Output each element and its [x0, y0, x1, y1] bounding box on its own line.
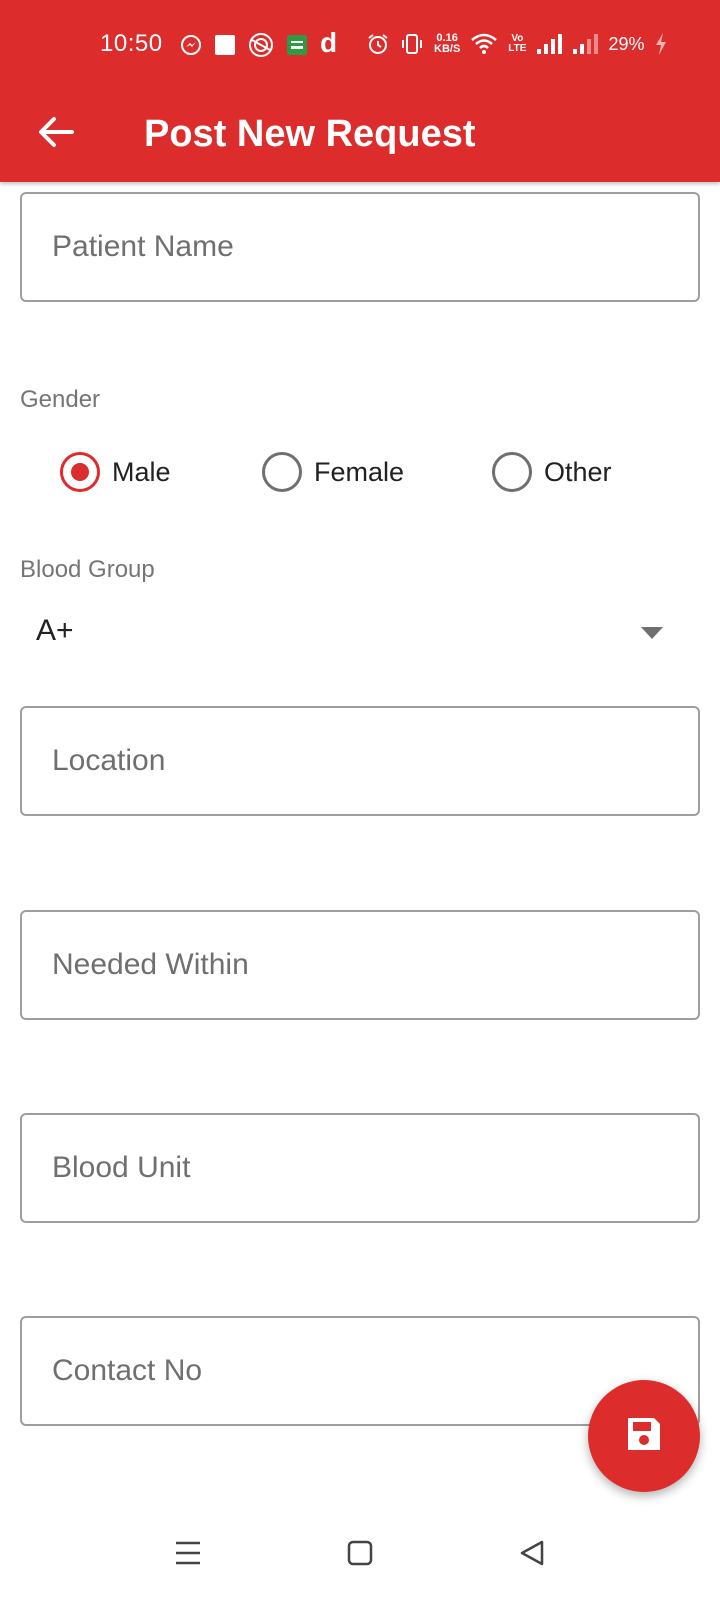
signal-icon	[536, 33, 563, 55]
radio-male-label: Male	[112, 456, 171, 487]
battery-percent: 29%	[608, 33, 645, 54]
nav-menu-button[interactable]	[158, 1530, 218, 1580]
radio-female[interactable]: Female	[262, 442, 404, 502]
charging-icon	[654, 32, 668, 56]
radio-other-label: Other	[544, 456, 612, 487]
radio-male-circle	[60, 452, 100, 492]
gender-label: Gender	[20, 386, 101, 413]
system-icons: 0.16 KB/S Vo LTE 29%	[366, 28, 668, 60]
location-input[interactable]	[22, 708, 698, 814]
status-time: 10:50	[100, 30, 163, 57]
dropdown-arrow-icon	[640, 626, 664, 645]
patient-name-input[interactable]	[22, 194, 698, 300]
system-nav-bar	[0, 1510, 720, 1600]
vibrate-icon	[400, 32, 424, 56]
volte-bottom: LTE	[508, 43, 527, 54]
volte-indicator: Vo LTE	[508, 34, 526, 54]
d-app-icon: d	[320, 27, 338, 58]
radio-female-label: Female	[314, 456, 405, 487]
radio-male[interactable]: Male	[60, 442, 171, 502]
wifi-icon	[470, 32, 498, 56]
radio-other[interactable]: Other	[492, 442, 612, 502]
page-title: Post New Request	[144, 113, 476, 155]
screen: 10:50 d 0.16 KB/S Vo LTE 29% Post New Re…	[0, 0, 720, 1600]
radio-other-circle	[492, 452, 532, 492]
signal-weak-icon	[572, 33, 599, 55]
blood-group-value: A+	[36, 614, 74, 647]
back-triangle-icon	[518, 1539, 546, 1572]
square-app-icon	[214, 34, 236, 56]
network-speed: 0.16 KB/S	[434, 33, 460, 55]
messenger-icon	[180, 34, 202, 56]
arrow-left-icon	[38, 116, 74, 153]
blood-group-label: Blood Group	[20, 556, 155, 583]
save-fab-button[interactable]	[588, 1380, 700, 1492]
blood-unit-input[interactable]	[22, 1115, 698, 1221]
save-icon	[625, 1415, 663, 1458]
gender-radio-group: Male Female Other	[0, 442, 720, 502]
back-button[interactable]	[30, 108, 82, 160]
notification-icons: d	[180, 27, 338, 60]
menu-icon	[174, 1540, 202, 1571]
needed-within-field[interactable]	[20, 910, 700, 1020]
nav-back-button[interactable]	[502, 1530, 562, 1580]
status-bar: 10:50 d 0.16 KB/S Vo LTE 29%	[0, 0, 720, 90]
shell-app-icon	[248, 32, 274, 58]
location-field[interactable]	[20, 706, 700, 816]
toolbar: Post New Request	[0, 90, 720, 182]
nav-home-button[interactable]	[330, 1530, 390, 1580]
alarm-icon	[366, 32, 390, 56]
network-speed-unit: KB/S	[434, 43, 461, 55]
radio-female-circle	[262, 452, 302, 492]
blood-group-dropdown[interactable]: A+	[20, 602, 700, 662]
app-bar: 10:50 d 0.16 KB/S Vo LTE 29% Post New Re…	[0, 0, 720, 182]
needed-within-input[interactable]	[22, 912, 698, 1018]
green-app-icon	[286, 34, 308, 56]
blood-unit-field[interactable]	[20, 1113, 700, 1223]
patient-name-field[interactable]	[20, 192, 700, 302]
home-square-icon	[346, 1539, 374, 1572]
